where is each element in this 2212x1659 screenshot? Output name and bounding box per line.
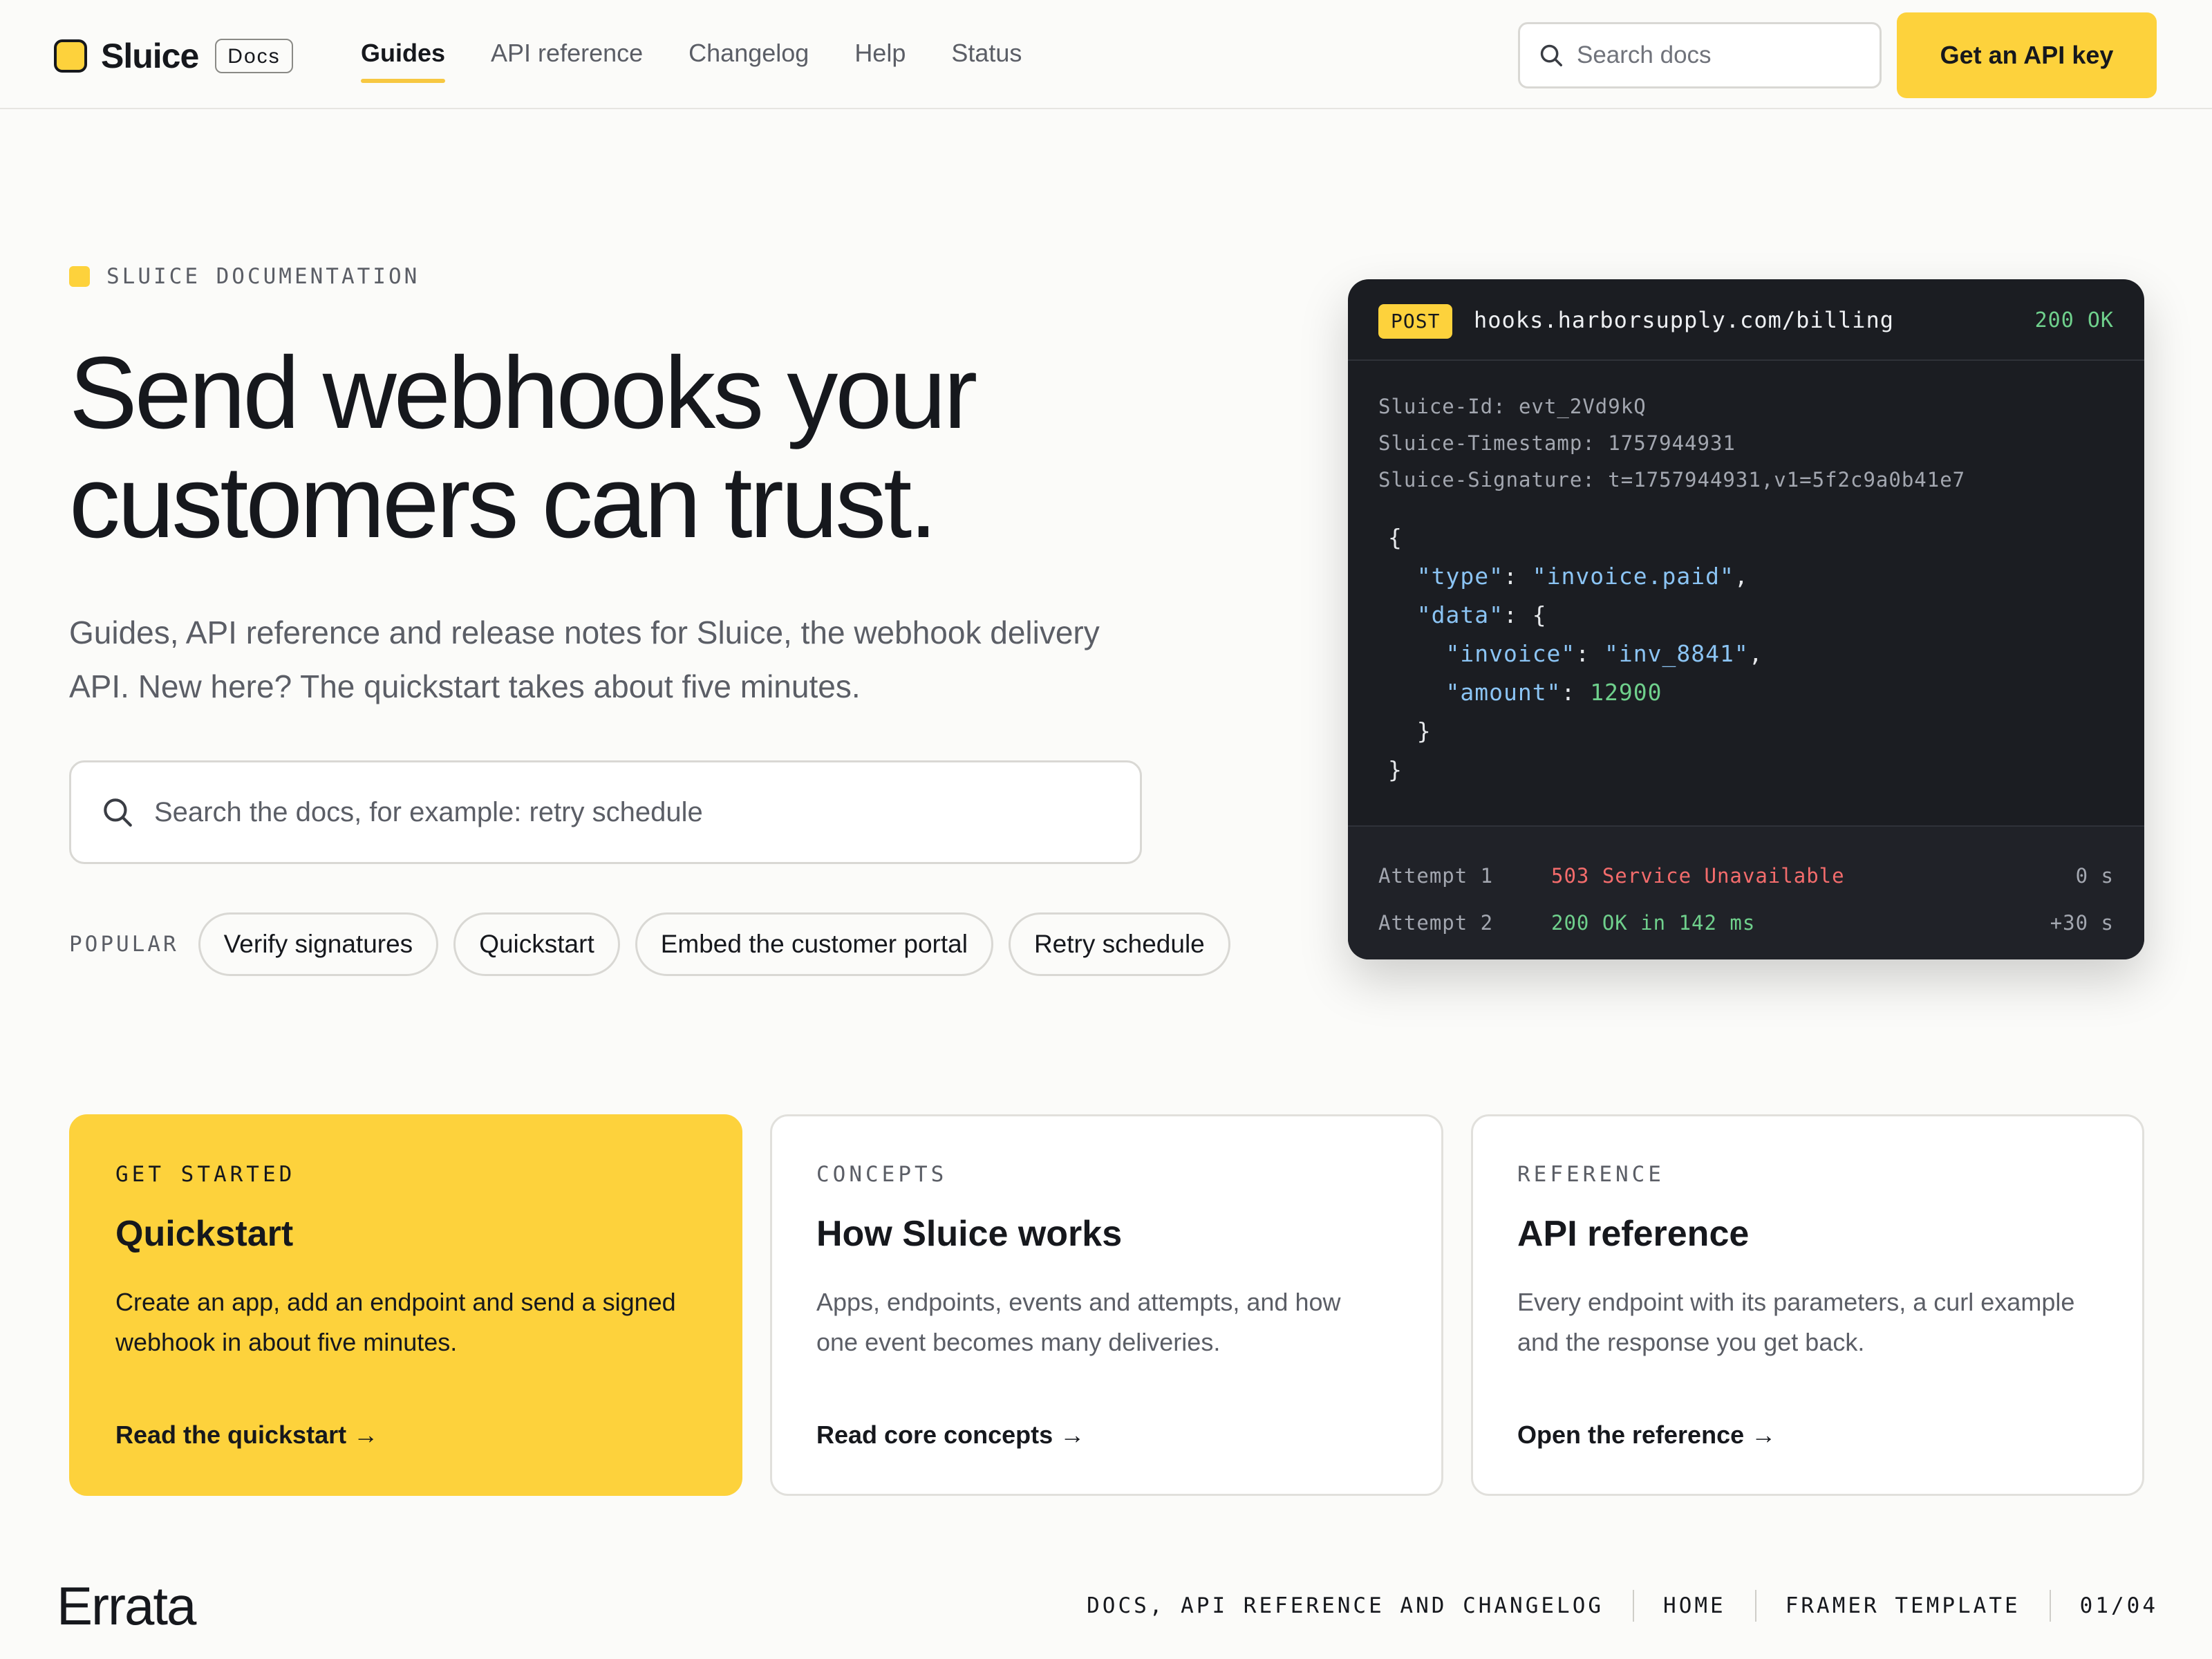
attempt-label: Attempt 1 xyxy=(1378,864,1494,888)
docs-badge: Docs xyxy=(215,39,293,73)
card-concepts[interactable]: CONCEPTS How Sluice works Apps, endpoint… xyxy=(770,1114,1443,1496)
chip-embed-customer-portal[interactable]: Embed the customer portal xyxy=(635,912,993,976)
footer-template-label: FRAMER TEMPLATE xyxy=(1756,1590,2051,1622)
card-description-line: and the response you get back. xyxy=(1517,1328,1865,1356)
footer-meta-description: DOCS, API REFERENCE AND CHANGELOG xyxy=(1058,1590,1635,1622)
footer-home-link[interactable]: HOME xyxy=(1634,1590,1756,1622)
attempt-row: Attempt 2 200 OK in 142 ms +30 s xyxy=(1378,901,2114,943)
nav-help[interactable]: Help xyxy=(854,35,906,83)
docs-search-input[interactable]: Search the docs, for example: retry sche… xyxy=(69,760,1142,864)
card-kicker: CONCEPTS xyxy=(816,1162,948,1187)
json-number: 12900 xyxy=(1590,679,1662,706)
hero-title-line-1: Send webhooks your xyxy=(69,336,977,450)
webhook-example-panel: POST hooks.harborsupply.com/billing 200 … xyxy=(1348,279,2144,959)
brand[interactable]: Sluice Docs xyxy=(54,36,293,76)
attempt-label: Attempt 2 xyxy=(1378,911,1494,935)
card-description-line: Every endpoint with its parameters, a cu… xyxy=(1517,1288,2075,1316)
request-line: POST hooks.harborsupply.com/billing 200 … xyxy=(1348,279,2144,361)
read-quickstart-link[interactable]: Read the quickstart → xyxy=(115,1421,378,1450)
card-kicker: GET STARTED xyxy=(115,1162,296,1187)
http-method-badge: POST xyxy=(1378,304,1453,339)
card-description-line: Apps, endpoints, events and attempts, an… xyxy=(816,1288,1341,1316)
header-line: Sluice-Id: evt_2Vd9kQ xyxy=(1378,395,1647,418)
json-key: "invoice" xyxy=(1445,640,1576,667)
header-line: Sluice-Timestamp: 1757944931 xyxy=(1378,431,1736,455)
json-line: "data": { xyxy=(1416,601,1547,628)
card-quickstart[interactable]: GET STARTED Quickstart Create an app, ad… xyxy=(69,1114,742,1496)
header-search-input[interactable]: Search docs xyxy=(1518,22,1882,88)
card-description-line: webhook in about five minutes. xyxy=(115,1328,458,1356)
nav-status[interactable]: Status xyxy=(951,35,1022,83)
get-api-key-button[interactable]: Get an API key xyxy=(1897,12,2157,98)
hero-subtitle-line-1: Guides, API reference and release notes … xyxy=(69,615,1100,650)
nav-guides[interactable]: Guides xyxy=(361,35,446,83)
json-payload: { "type": "invoice.paid", "data": { "inv… xyxy=(1388,518,1763,789)
json-line: { xyxy=(1388,518,1763,557)
hero-eyebrow: SLUICE DOCUMENTATION xyxy=(69,264,420,289)
sluice-logo-icon xyxy=(54,39,87,73)
eyebrow-square-icon xyxy=(69,266,90,287)
search-icon xyxy=(104,798,132,827)
card-description: Create an app, add an endpoint and send … xyxy=(115,1282,710,1362)
popular-searches: POPULAR Verify signatures Quickstart Emb… xyxy=(69,912,1246,976)
hero-subtitle-line-2: API. New here? The quickstart takes abou… xyxy=(69,668,861,704)
json-line: "invoice": "inv_8841", xyxy=(1445,640,1763,667)
footer-meta: DOCS, API REFERENCE AND CHANGELOG HOME F… xyxy=(1058,1590,2158,1622)
json-line: } xyxy=(1388,712,1763,751)
nav-changelog[interactable]: Changelog xyxy=(688,35,809,83)
card-description-line: Create an app, add an endpoint and send … xyxy=(115,1288,676,1316)
card-title: How Sluice works xyxy=(816,1214,1123,1254)
request-url: hooks.harborsupply.com/billing xyxy=(1474,307,1894,333)
top-header: Sluice Docs Guides API reference Changel… xyxy=(0,0,2212,109)
hero-title: Send webhooks your customers can trust. xyxy=(69,339,1244,557)
card-title: API reference xyxy=(1517,1214,1750,1254)
attempt-result: 200 OK in 142 ms xyxy=(1551,911,1756,935)
json-brace: { xyxy=(1388,524,1403,551)
read-core-concepts-link[interactable]: Read core concepts → xyxy=(816,1421,1085,1450)
header-search-placeholder: Search docs xyxy=(1577,41,1712,68)
hero-title-line-2: customers can trust. xyxy=(69,445,937,559)
attempt-row: Attempt 1 503 Service Unavailable 0 s xyxy=(1378,854,2114,896)
json-line: } xyxy=(1388,751,1763,789)
attempt-time: 0 s xyxy=(2075,864,2114,888)
search-icon xyxy=(1540,44,1562,66)
header-line: Sluice-Signature: t=1757944931,v1=5f2c9a… xyxy=(1378,468,1966,491)
card-title: Quickstart xyxy=(115,1214,294,1254)
card-reference[interactable]: REFERENCE API reference Every endpoint w… xyxy=(1471,1114,2144,1496)
json-key: "data" xyxy=(1416,601,1503,628)
card-description-line: one event becomes many deliveries. xyxy=(816,1328,1221,1356)
footer-logo: Errata xyxy=(57,1575,196,1636)
json-key: "amount" xyxy=(1445,679,1562,706)
response-status: 200 OK xyxy=(2034,308,2114,332)
json-key: "type" xyxy=(1416,563,1503,590)
card-description: Every endpoint with its parameters, a cu… xyxy=(1517,1282,2112,1362)
card-kicker: REFERENCE xyxy=(1517,1162,1665,1187)
chip-verify-signatures[interactable]: Verify signatures xyxy=(198,912,439,976)
chip-retry-schedule[interactable]: Retry schedule xyxy=(1008,912,1230,976)
docs-search-placeholder: Search the docs, for example: retry sche… xyxy=(154,796,703,827)
delivery-attempts: Attempt 1 503 Service Unavailable 0 s At… xyxy=(1348,825,2144,959)
page-counter: 01/04 xyxy=(2079,1593,2158,1618)
request-headers: Sluice-Id: evt_2Vd9kQ Sluice-Timestamp: … xyxy=(1378,388,1965,498)
popular-label: POPULAR xyxy=(69,932,179,957)
nav-api-reference[interactable]: API reference xyxy=(491,35,643,83)
json-brace: } xyxy=(1416,718,1432,744)
main-nav: Guides API reference Changelog Help Stat… xyxy=(361,35,1067,83)
json-string: "invoice.paid" xyxy=(1532,563,1734,590)
card-description: Apps, endpoints, events and attempts, an… xyxy=(816,1282,1411,1362)
json-line: "amount": 12900 xyxy=(1445,679,1662,706)
chip-quickstart[interactable]: Quickstart xyxy=(453,912,620,976)
attempt-time: +30 s xyxy=(2050,911,2114,935)
eyebrow-text: SLUICE DOCUMENTATION xyxy=(106,264,420,289)
brand-name: Sluice xyxy=(101,37,199,75)
json-string: "inv_8841" xyxy=(1604,640,1749,667)
json-brace: } xyxy=(1388,756,1403,783)
json-line: "type": "invoice.paid", xyxy=(1416,563,1749,590)
open-reference-link[interactable]: Open the reference → xyxy=(1517,1421,1776,1450)
hero-subtitle: Guides, API reference and release notes … xyxy=(69,606,1258,713)
attempt-result: 503 Service Unavailable xyxy=(1551,864,1845,888)
